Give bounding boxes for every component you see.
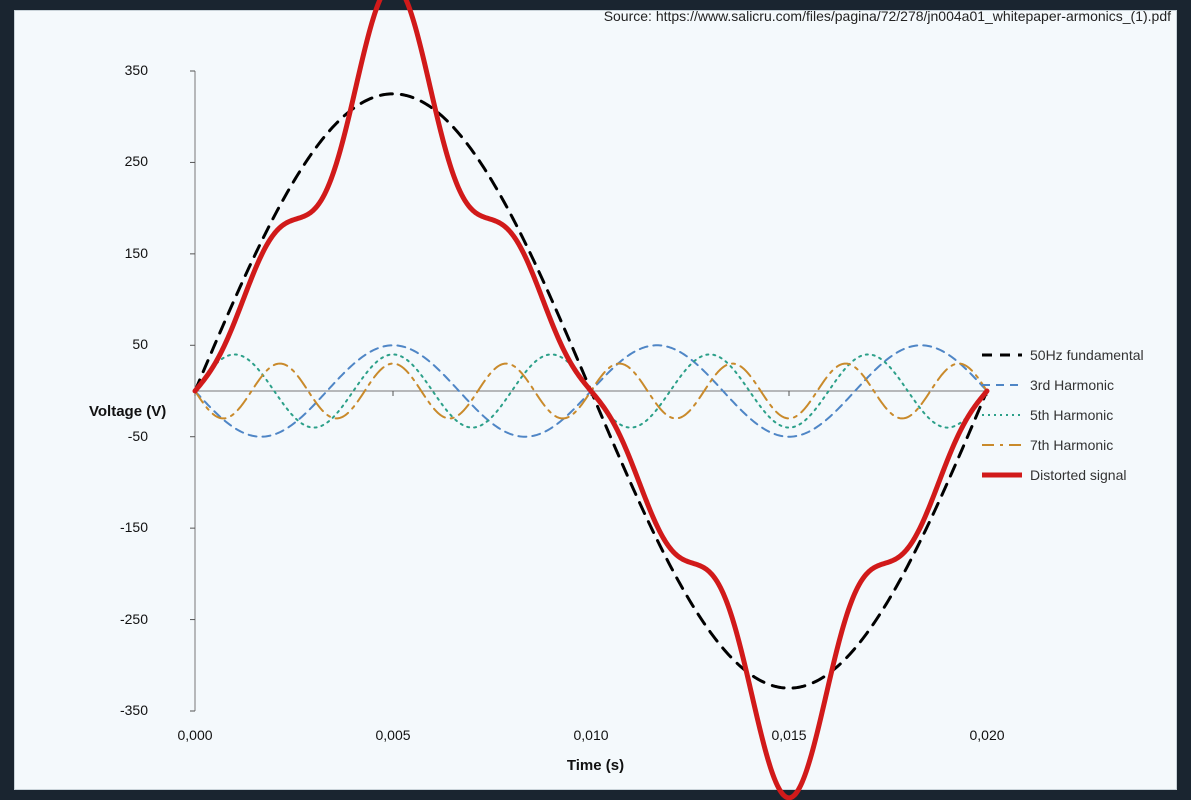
legend-label: 50Hz fundamental [1030, 347, 1144, 363]
x-tick-label: 0,010 [573, 727, 608, 743]
legend-item: 50Hz fundamental [982, 347, 1152, 363]
legend-swatch [982, 377, 1022, 393]
axis-lines [190, 71, 987, 711]
legend-swatch [982, 407, 1022, 423]
y-tick-label: 150 [98, 245, 148, 261]
y-axis-title: Voltage (V) [89, 403, 166, 420]
legend-swatch [982, 437, 1022, 453]
chart-container: Voltage (V) Time (s) -350 -250 -150 -50 50 15… [14, 10, 1177, 790]
series-50hz-fundamental [195, 94, 987, 688]
legend-label: 5th Harmonic [1030, 407, 1113, 423]
x-tick-label: 0,020 [969, 727, 1004, 743]
y-tick-label: 50 [98, 336, 148, 352]
page-root: { "source_attribution": "Source: https:/… [0, 0, 1191, 800]
series-group [195, 0, 987, 798]
series-distorted-signal [195, 0, 987, 798]
y-tick-label: 250 [98, 153, 148, 169]
y-tick-label: -50 [98, 428, 148, 444]
source-attribution: Source: https://www.salicru.com/files/pa… [604, 8, 1171, 24]
legend-item: 3rd Harmonic [982, 377, 1152, 393]
legend-item: 7th Harmonic [982, 437, 1152, 453]
y-tick-label: -150 [98, 519, 148, 535]
series-5th-harmonic [195, 354, 987, 427]
legend-label: 7th Harmonic [1030, 437, 1113, 453]
x-tick-label: 0,015 [771, 727, 806, 743]
legend-swatch [982, 347, 1022, 363]
x-tick-label: 0,000 [177, 727, 212, 743]
x-tick-label: 0,005 [375, 727, 410, 743]
y-tick-label: 350 [98, 62, 148, 78]
series-7th-harmonic [195, 364, 987, 419]
y-tick-label: -350 [98, 702, 148, 718]
legend-label: Distorted signal [1030, 467, 1127, 483]
legend-item: Distorted signal [982, 467, 1152, 483]
legend-label: 3rd Harmonic [1030, 377, 1114, 393]
y-tick-label: -250 [98, 611, 148, 627]
legend-swatch [982, 467, 1022, 483]
x-axis-title: Time (s) [15, 757, 1176, 774]
series-3rd-harmonic [195, 345, 987, 436]
legend-item: 5th Harmonic [982, 407, 1152, 423]
legend: 50Hz fundamental 3rd Harmonic 5th Harmonic… [982, 347, 1152, 483]
